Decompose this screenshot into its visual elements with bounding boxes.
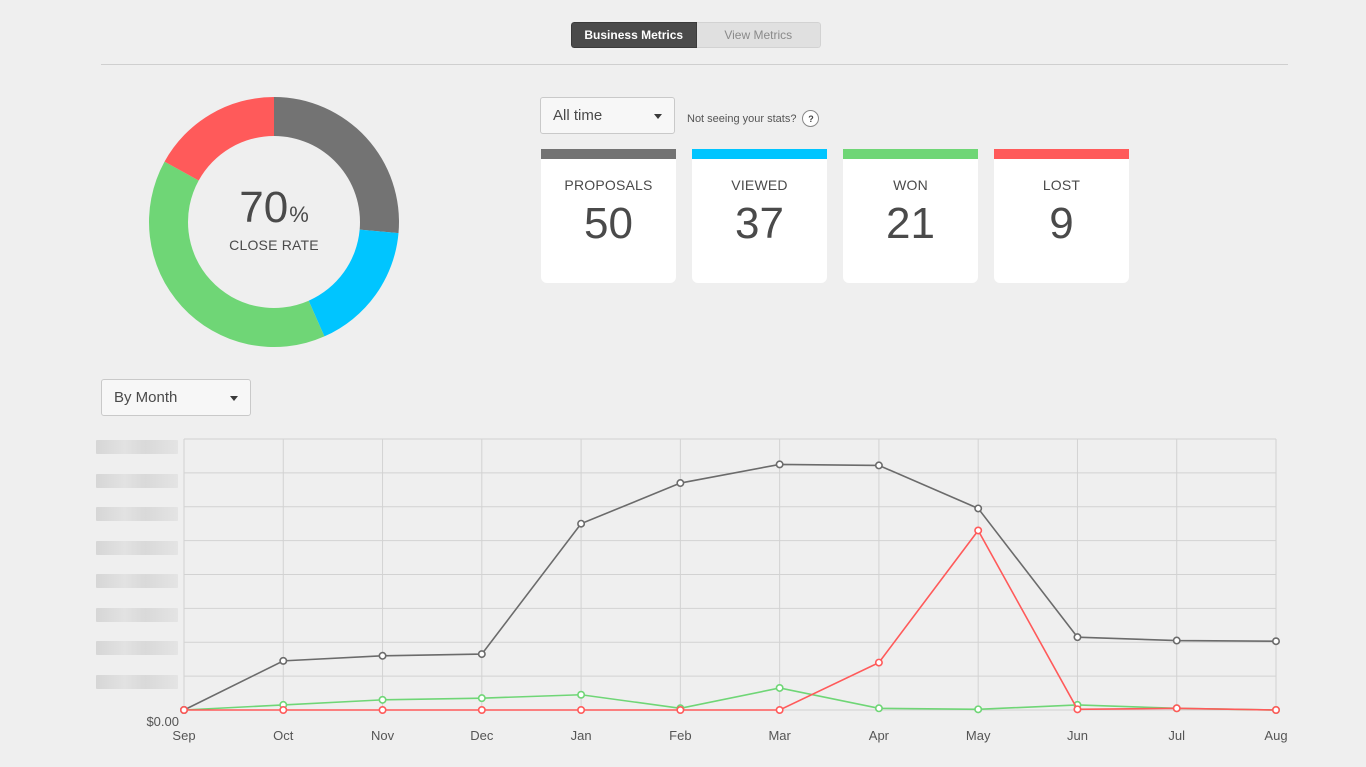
x-tick-label: Jul (1168, 728, 1185, 743)
monthly-line-chart: Sep Oct Nov Dec Jan Feb Mar Apr May Jun Jul Aug $0.0… (146, 438, 1288, 743)
x-tick-label: Nov (371, 728, 395, 743)
x-tick-label: Dec (470, 728, 494, 743)
data-point[interactable] (775, 683, 784, 692)
data-point[interactable] (1172, 704, 1181, 713)
data-point[interactable] (1272, 637, 1281, 646)
data-point[interactable] (477, 705, 486, 714)
data-point[interactable] (1272, 705, 1281, 714)
y-tick-label: $0.00 (146, 714, 179, 729)
data-point[interactable] (775, 705, 784, 714)
series-line-2 (180, 526, 1281, 714)
data-point[interactable] (974, 504, 983, 513)
data-point[interactable] (279, 705, 288, 714)
data-point[interactable] (577, 690, 586, 699)
data-point[interactable] (1073, 633, 1082, 642)
data-point[interactable] (1172, 636, 1181, 645)
data-point[interactable] (974, 705, 983, 714)
data-point[interactable] (676, 705, 685, 714)
data-point[interactable] (577, 705, 586, 714)
data-point[interactable] (874, 461, 883, 470)
x-tick-label: Jun (1067, 728, 1088, 743)
data-point[interactable] (180, 705, 189, 714)
data-point[interactable] (279, 656, 288, 665)
data-point[interactable] (378, 705, 387, 714)
series-line-0 (180, 460, 1281, 714)
data-point[interactable] (1073, 705, 1082, 714)
x-tick-label: Oct (273, 728, 294, 743)
x-tick-label: Apr (869, 728, 890, 743)
x-tick-label: Aug (1264, 728, 1287, 743)
x-tick-label: Sep (172, 728, 195, 743)
series-path (183, 463, 1277, 711)
x-tick-label: Jan (571, 728, 592, 743)
data-point[interactable] (477, 694, 486, 703)
chart-grid (183, 438, 1277, 711)
data-point[interactable] (378, 695, 387, 704)
series-path (184, 528, 1277, 711)
data-point[interactable] (477, 650, 486, 659)
x-tick-label: Mar (768, 728, 791, 743)
data-point[interactable] (676, 479, 685, 488)
data-point[interactable] (775, 460, 784, 469)
x-tick-label: Feb (669, 728, 691, 743)
data-point[interactable] (378, 651, 387, 660)
data-point[interactable] (874, 704, 883, 713)
data-point[interactable] (974, 526, 983, 535)
data-point[interactable] (874, 658, 883, 667)
x-tick-label: May (966, 728, 991, 743)
data-point[interactable] (577, 519, 586, 528)
series-path (183, 687, 1277, 711)
